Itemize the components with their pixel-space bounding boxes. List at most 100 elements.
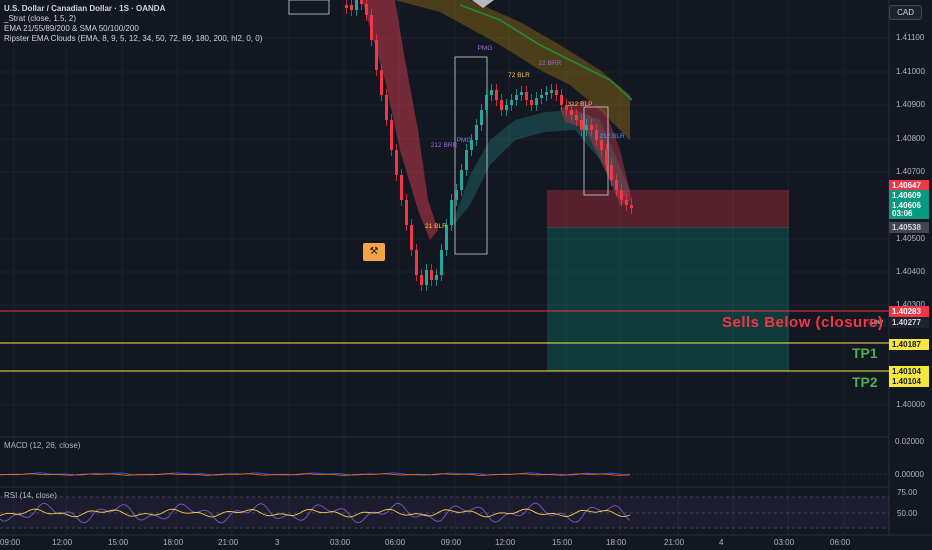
strat-box — [288, 0, 330, 15]
candle-body — [535, 98, 538, 105]
candle-body — [355, 0, 358, 10]
candle-body — [455, 190, 458, 200]
rsi-label[interactable]: RSI (14, close) — [4, 491, 57, 500]
rsi-axis-label: 50.00 — [897, 509, 918, 518]
price-axis-label: 1.40000 — [896, 400, 925, 409]
ema-cloud-red-down — [362, 0, 438, 240]
candle-body — [555, 90, 558, 95]
time-axis-label: 06:00 — [830, 538, 851, 547]
macd-label[interactable]: MACD (12, 26, close) — [4, 441, 80, 450]
indicator-strat[interactable]: _Strat (close, 1.5, 2) — [4, 14, 262, 24]
candle-body — [385, 95, 388, 120]
candle-body — [415, 250, 418, 275]
candle-body — [590, 125, 593, 130]
candle-body — [480, 110, 483, 125]
candle-body — [465, 150, 468, 170]
candle-body — [475, 125, 478, 140]
time-axis-label: 4 — [719, 538, 724, 547]
candle-body — [530, 100, 533, 105]
time-axis-label: 03:00 — [774, 538, 795, 547]
candle-body — [570, 110, 573, 115]
candle-body — [450, 200, 453, 225]
candle-body — [575, 115, 578, 120]
time-axis-label: 15:00 — [108, 538, 129, 547]
indicator-ema[interactable]: EMA 21/55/89/200 & SMA 50/100/200 — [4, 24, 262, 34]
candle-body — [550, 90, 553, 93]
time-axis-label: 3 — [275, 538, 280, 547]
macd-signal-line — [0, 473, 631, 476]
rsi-axis-label: 75.00 — [897, 488, 918, 497]
candle-body — [365, 4, 368, 15]
chart-legend[interactable]: U.S. Dollar / Canadian Dollar · 1S · OAN… — [4, 4, 262, 44]
price-axis-label: 1.41000 — [896, 67, 925, 76]
candle-body — [495, 90, 498, 100]
candle-body — [420, 275, 423, 285]
candle-body — [560, 95, 563, 105]
symbol-title[interactable]: U.S. Dollar / Canadian Dollar · 1S · OAN… — [4, 4, 262, 14]
candle-body — [345, 5, 348, 8]
candle-body — [620, 190, 623, 200]
strat-label: 22 BRR — [539, 60, 562, 67]
price-tag: 1.40104 — [889, 376, 929, 387]
price-axis-label: 1.40900 — [896, 100, 925, 109]
price-tag: 1.40283 — [889, 306, 929, 317]
time-axis-label: 09:00 — [441, 538, 462, 547]
candle-body — [405, 200, 408, 225]
candle-body — [505, 105, 508, 110]
time-axis-label: 03:00 — [330, 538, 351, 547]
candle-body — [370, 15, 373, 40]
candle-body — [580, 120, 583, 130]
target-zone[interactable] — [547, 227, 789, 371]
strat-label: PMG — [478, 45, 493, 52]
tp2-annotation[interactable]: TP2 — [852, 374, 878, 390]
strat-label: 212 BRR — [431, 142, 458, 149]
macd-axis-label: 0.02000 — [895, 437, 924, 446]
tp1-annotation[interactable]: TP1 — [852, 345, 878, 361]
time-axis-label: 06:00 — [385, 538, 406, 547]
strat-label: 212 BLR — [599, 133, 625, 140]
chart-canvas[interactable]: 212 BRR 21 BLR PMG 72 BLR 22 BRR 312 BLP… — [0, 0, 932, 550]
stop-zone[interactable] — [547, 190, 789, 228]
sells-below-annotation[interactable]: Sells Below (closure) — [722, 314, 883, 331]
hammer-icon[interactable]: ⚒ — [363, 243, 385, 261]
candle-body — [585, 125, 588, 130]
time-axis-label: 18:00 — [606, 538, 627, 547]
candle-body — [430, 270, 433, 280]
candle-body — [440, 250, 443, 275]
strat-label: PMG — [457, 137, 472, 144]
strat-label: 72 BLR — [508, 72, 530, 79]
candle-body — [600, 140, 603, 150]
candle-body — [425, 270, 428, 285]
indicator-ripster[interactable]: Ripster EMA Clouds (EMA, 8, 9, 5, 12, 34… — [4, 34, 262, 44]
price-tag: 1.40538 — [889, 222, 929, 233]
candle-body — [500, 100, 503, 110]
candle-body — [350, 5, 353, 10]
candle-body — [545, 92, 548, 95]
candle-body — [615, 180, 618, 190]
candle-body — [630, 205, 633, 208]
candle-body — [390, 120, 393, 150]
candle-body — [540, 95, 543, 98]
candle-body — [510, 100, 513, 105]
candle-body — [525, 92, 528, 100]
price-axis-label: 1.41100 — [896, 33, 925, 42]
strat-label: 312 BLP — [568, 101, 593, 108]
time-axis-label: 09:00 — [0, 538, 21, 547]
candle-body — [515, 95, 518, 100]
time-axis-label: 12:00 — [495, 538, 516, 547]
candle-body — [360, 0, 363, 4]
candle-body — [460, 170, 463, 190]
candle-body — [375, 40, 378, 70]
macd-axis-label: 0.00000 — [895, 470, 924, 479]
price-axis-label: 1.40700 — [896, 167, 925, 176]
candle-body — [410, 225, 413, 250]
candle-body — [380, 70, 383, 95]
candle-body — [395, 150, 398, 175]
candle-body — [605, 150, 608, 165]
candle-body — [610, 165, 613, 180]
candle-body — [400, 175, 403, 200]
time-axis-label: 18:00 — [163, 538, 184, 547]
currency-button[interactable]: CAD — [889, 5, 922, 20]
strat-label: 21 BLR — [425, 223, 447, 230]
price-tag: 1.40277 — [889, 317, 929, 328]
